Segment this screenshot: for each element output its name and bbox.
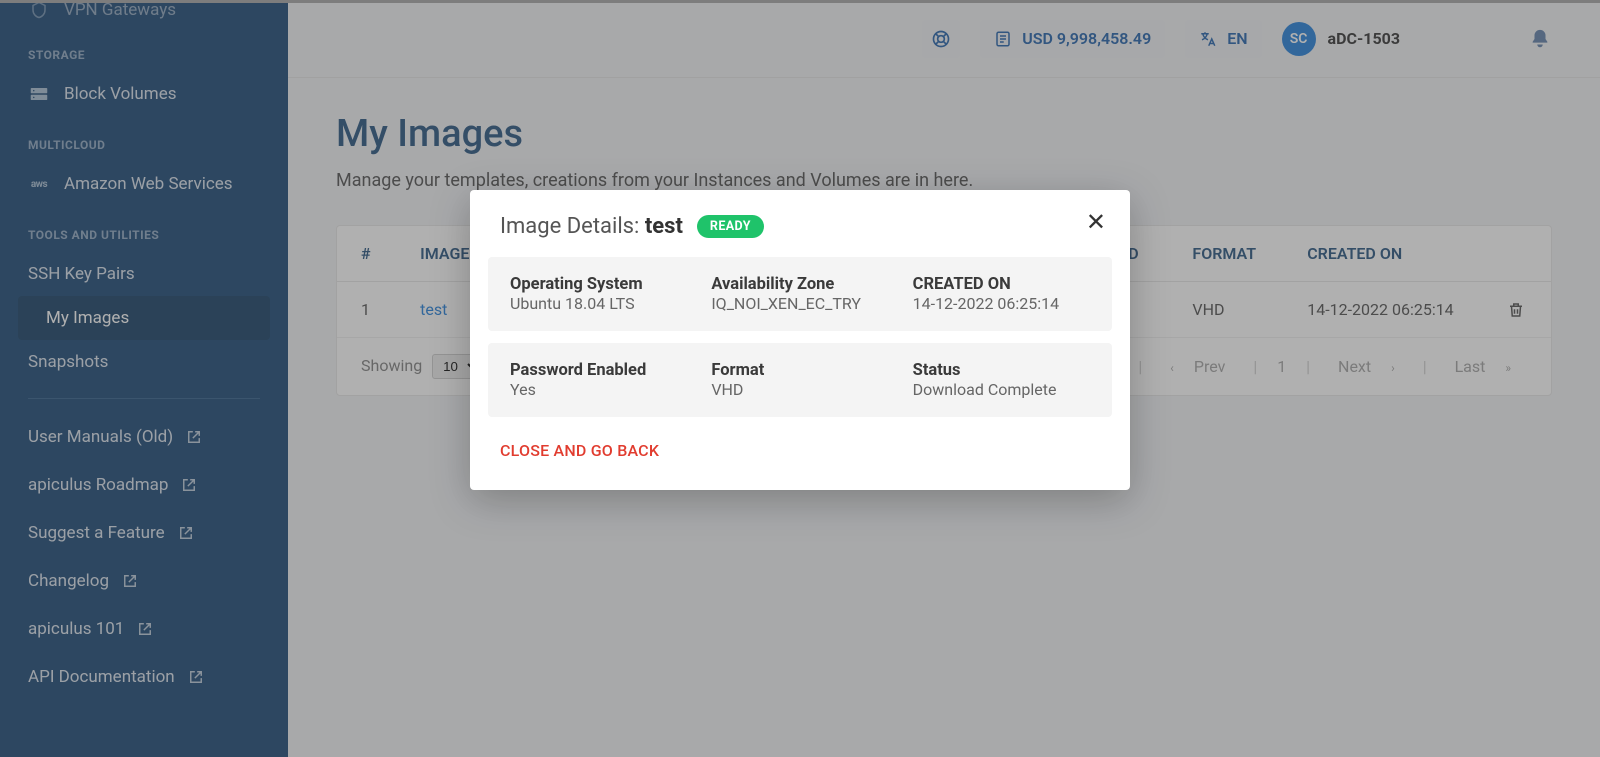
modal-title-prefix: Image Details:	[500, 214, 645, 239]
value-zone: IQ_NOI_XEN_EC_TRY	[711, 294, 888, 313]
label-status: Status	[913, 361, 1090, 380]
value-pwd: Yes	[510, 380, 687, 399]
close-icon: ✕	[1086, 208, 1106, 236]
value-os: Ubuntu 18.04 LTS	[510, 294, 687, 313]
close-and-go-back-link[interactable]: CLOSE AND GO BACK	[500, 441, 659, 460]
value-status: Download Complete	[913, 380, 1090, 399]
value-created: 14-12-2022 06:25:14	[913, 294, 1090, 313]
window-top-edge	[0, 0, 1600, 3]
modal-footer: CLOSE AND GO BACK	[470, 429, 1130, 460]
label-os: Operating System	[510, 275, 687, 294]
modal-overlay[interactable]: Image Details: test READY ✕ Operating Sy…	[0, 0, 1600, 757]
label-pwd: Password Enabled	[510, 361, 687, 380]
detail-block-2: Password Enabled Yes Format VHD Status D…	[488, 343, 1112, 417]
label-zone: Availability Zone	[711, 275, 888, 294]
value-format: VHD	[711, 380, 888, 399]
detail-block-1: Operating System Ubuntu 18.04 LTS Availa…	[488, 257, 1112, 331]
image-details-modal: Image Details: test READY ✕ Operating Sy…	[470, 190, 1130, 490]
label-format: Format	[711, 361, 888, 380]
modal-title: Image Details: test	[500, 214, 683, 239]
label-created: CREATED ON	[913, 275, 1090, 294]
modal-header: Image Details: test READY	[470, 214, 1130, 257]
modal-title-name: test	[645, 214, 683, 239]
status-badge: READY	[697, 215, 764, 238]
close-button[interactable]: ✕	[1086, 210, 1106, 234]
